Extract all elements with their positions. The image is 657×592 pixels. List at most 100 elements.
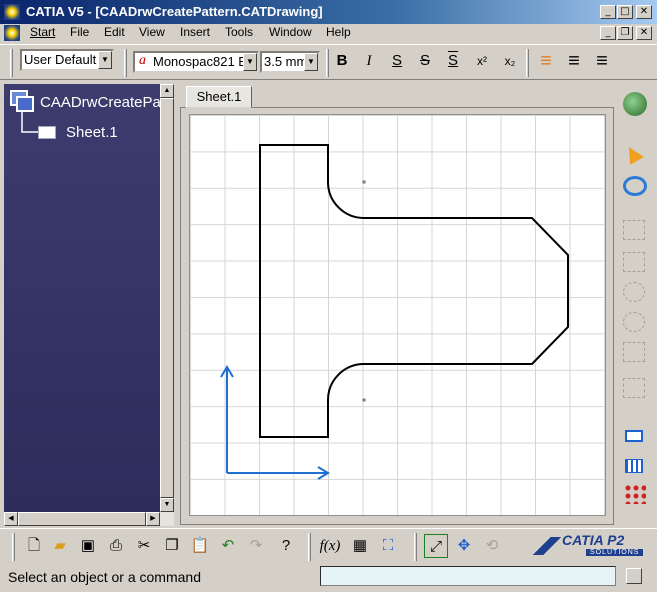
scroll-thumb[interactable] bbox=[18, 512, 146, 526]
clipping-view-icon[interactable] bbox=[623, 312, 645, 332]
toolbar-grip[interactable] bbox=[308, 533, 311, 561]
menu-start[interactable]: Start bbox=[30, 25, 55, 39]
pattern-profile bbox=[259, 144, 569, 438]
font-select-value: Monospac821 E bbox=[153, 54, 247, 69]
scroll-left-icon[interactable]: ◀ bbox=[4, 512, 18, 526]
window-title: CATIA V5 - [CAADrwCreatePattern.CATDrawi… bbox=[26, 4, 323, 19]
menu-insert[interactable]: Insert bbox=[180, 25, 210, 39]
align-center-icon[interactable]: ≡ bbox=[562, 49, 586, 73]
redo-icon[interactable]: ↷ bbox=[244, 534, 268, 558]
pan-icon[interactable]: ✥ bbox=[452, 534, 476, 558]
doc-close-button[interactable]: ✕ bbox=[636, 26, 652, 40]
menu-tools[interactable]: Tools bbox=[225, 25, 253, 39]
chevron-down-icon[interactable]: ▼ bbox=[243, 53, 257, 71]
compass-icon[interactable] bbox=[623, 92, 647, 116]
detail-view-icon[interactable] bbox=[623, 282, 645, 302]
underline-icon[interactable]: S bbox=[385, 49, 409, 73]
fit-all-icon[interactable]: ⤢ bbox=[424, 534, 448, 558]
font-size-value: 3.5 mm bbox=[264, 54, 308, 69]
scroll-thumb[interactable] bbox=[160, 98, 174, 498]
open-folder-icon[interactable]: ▰ bbox=[48, 534, 72, 558]
align-left-icon[interactable]: ≡ bbox=[534, 49, 558, 73]
section-view-icon[interactable] bbox=[623, 252, 645, 272]
drawing-sheet[interactable] bbox=[189, 114, 606, 516]
tree-expand-icon[interactable]: ⛶ bbox=[376, 534, 400, 558]
rectangle-icon[interactable] bbox=[625, 430, 643, 442]
doc-minimize-button[interactable]: _ bbox=[600, 26, 616, 40]
right-toolbar bbox=[617, 84, 657, 526]
toolbar-grip[interactable] bbox=[414, 533, 417, 561]
whats-this-icon[interactable]: ? bbox=[274, 534, 298, 558]
tree-root-label[interactable]: CAADrwCreatePattern bbox=[40, 94, 160, 111]
toolbar-grip[interactable] bbox=[526, 49, 529, 77]
rotate-view-icon[interactable] bbox=[623, 176, 647, 196]
style-select-value: User Default bbox=[24, 52, 97, 67]
menu-window[interactable]: Window bbox=[269, 25, 312, 39]
catia-logo-swoosh bbox=[530, 537, 564, 555]
subscript-icon[interactable]: x₂ bbox=[498, 49, 522, 73]
specification-tree[interactable]: CAADrwCreatePattern Sheet.1 bbox=[4, 84, 160, 512]
align-right-icon[interactable]: ≡ bbox=[590, 49, 614, 73]
cut-icon[interactable]: ✂ bbox=[132, 534, 156, 558]
pattern-points-icon[interactable] bbox=[624, 484, 646, 504]
maximize-button[interactable]: □ bbox=[617, 5, 633, 19]
superscript-icon[interactable]: x² bbox=[470, 49, 494, 73]
hide-show-icon[interactable]: ⟲ bbox=[480, 534, 504, 558]
menu-view[interactable]: View bbox=[139, 25, 165, 39]
tree-sheet-label[interactable]: Sheet.1 bbox=[66, 124, 118, 141]
scroll-up-icon[interactable]: ▲ bbox=[160, 84, 174, 98]
title-bar: CATIA V5 - [CAADrwCreatePattern.CATDrawi… bbox=[0, 0, 657, 24]
strikethrough-icon[interactable]: S bbox=[413, 49, 437, 73]
doc-restore-button[interactable]: ❐ bbox=[617, 26, 633, 40]
command-input[interactable] bbox=[320, 566, 616, 586]
menu-help[interactable]: Help bbox=[326, 25, 351, 39]
toolbar-grip[interactable] bbox=[12, 533, 15, 561]
wizard-icon[interactable] bbox=[623, 378, 645, 398]
formula-icon[interactable]: f(x) bbox=[318, 534, 342, 558]
catia-app-icon[interactable] bbox=[4, 4, 20, 20]
select-arrow-icon[interactable] bbox=[622, 143, 644, 165]
catia-logo-text: CATIA P2 bbox=[562, 532, 625, 548]
chevron-down-icon[interactable]: ▼ bbox=[304, 53, 318, 71]
arc-center-point bbox=[362, 398, 366, 402]
italic-icon[interactable]: I bbox=[357, 49, 381, 73]
style-select[interactable]: User Default ▼ bbox=[20, 49, 114, 71]
save-icon[interactable]: ▣ bbox=[76, 534, 100, 558]
tree-vertical-scrollbar[interactable]: ▲ ▼ bbox=[160, 84, 174, 512]
scroll-down-icon[interactable]: ▼ bbox=[160, 498, 174, 512]
resize-grip-icon[interactable] bbox=[626, 568, 642, 584]
menu-bar: Start File Edit View Insert Tools Window… bbox=[0, 24, 657, 42]
drawing-geometry[interactable] bbox=[190, 115, 607, 517]
bold-icon[interactable]: B bbox=[330, 49, 354, 73]
menu-file[interactable]: File bbox=[70, 25, 89, 39]
toolbar-grip[interactable] bbox=[124, 49, 127, 77]
paste-icon[interactable]: 📋 bbox=[188, 534, 212, 558]
close-button[interactable]: ✕ bbox=[636, 5, 652, 19]
text-properties-toolbar: User Default ▼ a Monospac821 E ▼ 3.5 mm … bbox=[0, 44, 657, 80]
scroll-right-icon[interactable]: ▶ bbox=[146, 512, 160, 526]
view-icon[interactable] bbox=[623, 220, 645, 240]
chevron-down-icon[interactable]: ▼ bbox=[98, 51, 112, 69]
font-select[interactable]: a Monospac821 E ▼ bbox=[133, 51, 259, 73]
standard-toolbar: 🗋 ▰ ▣ ⎙ ✂ ❐ 📋 ↶ ↷ ? f(x) ▦ ⛶ ⤢ ✥ ⟲ CATIA… bbox=[0, 528, 657, 564]
doc-icon[interactable] bbox=[4, 25, 20, 41]
table-icon[interactable] bbox=[625, 459, 643, 473]
catia-logo-subtext: SOLUTIONS bbox=[586, 549, 644, 556]
tree-horizontal-scrollbar[interactable]: ◀ ▶ bbox=[4, 512, 174, 526]
arc-center-point bbox=[362, 180, 366, 184]
sheet-icon bbox=[38, 126, 56, 139]
minimize-button[interactable]: _ bbox=[600, 5, 616, 19]
overline-icon[interactable]: S bbox=[441, 49, 465, 73]
undo-icon[interactable]: ↶ bbox=[216, 534, 240, 558]
tab-sheet-1[interactable]: Sheet.1 bbox=[186, 86, 252, 108]
toolbar-grip[interactable] bbox=[326, 49, 329, 77]
broken-view-icon[interactable] bbox=[623, 342, 645, 362]
new-document-icon[interactable]: 🗋 bbox=[22, 534, 46, 558]
font-size-select[interactable]: 3.5 mm ▼ bbox=[260, 51, 320, 73]
menu-edit[interactable]: Edit bbox=[104, 25, 125, 39]
print-icon[interactable]: ⎙ bbox=[104, 534, 128, 558]
toolbar-grip[interactable] bbox=[10, 49, 13, 77]
copy-icon[interactable]: ❐ bbox=[160, 534, 184, 558]
design-table-icon[interactable]: ▦ bbox=[348, 534, 372, 558]
status-message: Select an object or a command bbox=[8, 569, 201, 585]
